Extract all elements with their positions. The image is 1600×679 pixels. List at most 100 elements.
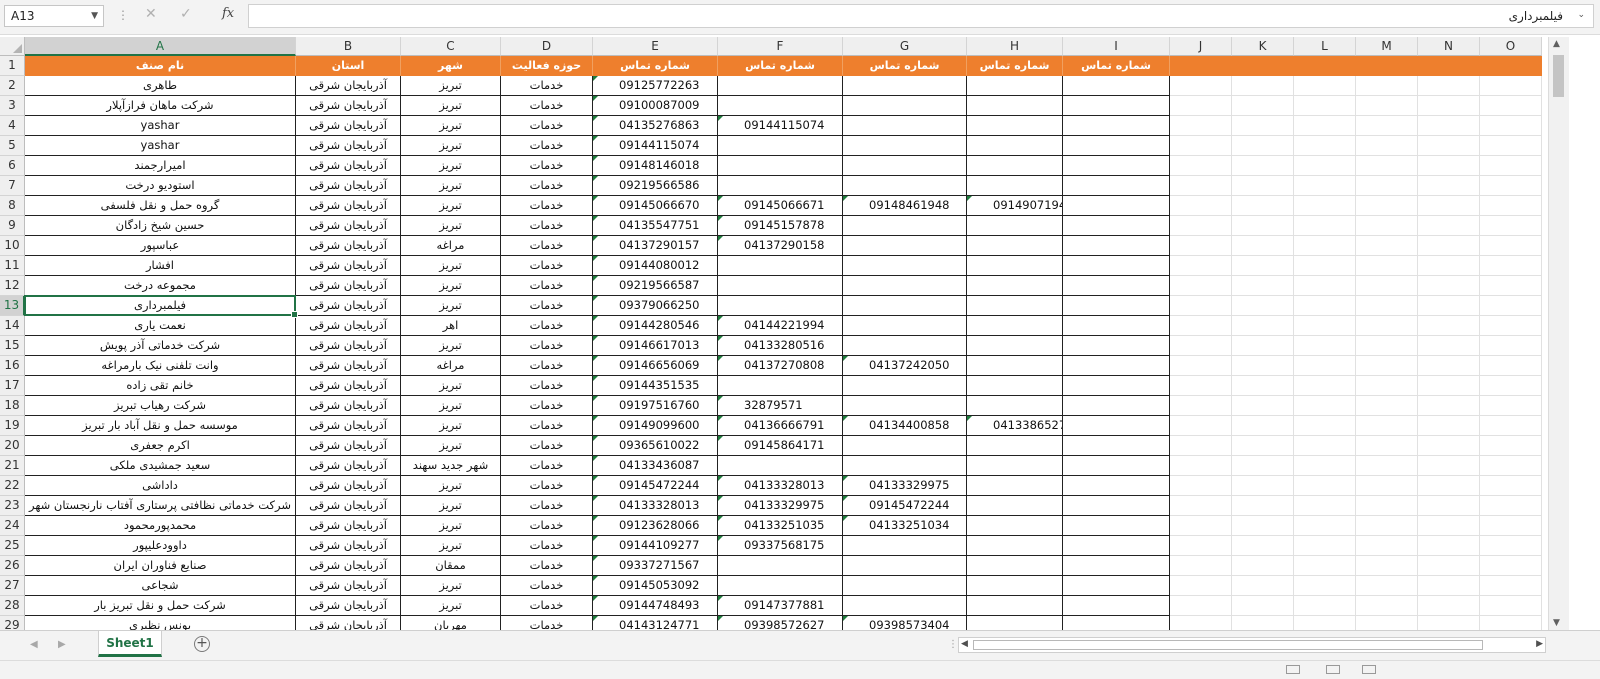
empty-cell[interactable] <box>1480 556 1542 576</box>
cell-province[interactable]: آذربایجان شرقی <box>296 396 401 416</box>
number-as-text-indicator-icon[interactable] <box>593 116 598 121</box>
cell-field[interactable]: خدمات <box>501 296 593 316</box>
cell-city[interactable]: تبریز <box>401 576 501 596</box>
cell-phone[interactable] <box>718 296 843 316</box>
empty-cell[interactable] <box>1232 496 1294 516</box>
cell-field[interactable]: خدمات <box>501 256 593 276</box>
number-as-text-indicator-icon[interactable] <box>593 336 598 341</box>
empty-cell[interactable] <box>1294 96 1356 116</box>
cell-phone[interactable]: 09144109277 <box>593 536 718 556</box>
empty-cell[interactable] <box>1356 476 1418 496</box>
empty-cell[interactable] <box>1170 596 1232 616</box>
empty-cell[interactable] <box>1356 76 1418 96</box>
cell-phone[interactable] <box>967 276 1063 296</box>
empty-cell[interactable] <box>1480 316 1542 336</box>
header-fill-cell[interactable] <box>1232 56 1294 76</box>
column-header-c[interactable]: C <box>401 37 501 56</box>
scroll-right-icon[interactable]: ▶ <box>1536 639 1543 649</box>
empty-cell[interactable] <box>1170 216 1232 236</box>
number-as-text-indicator-icon[interactable] <box>593 276 598 281</box>
cell-phone[interactable]: 04133251035 <box>718 516 843 536</box>
cell-phone[interactable] <box>1063 436 1170 456</box>
row-header-10[interactable]: 10 <box>0 236 25 256</box>
cell-city[interactable]: ممقان <box>401 556 501 576</box>
cell-name[interactable]: صنایع فناوران ایران <box>25 556 296 576</box>
row-header-9[interactable]: 9 <box>0 216 25 236</box>
cell-phone[interactable] <box>1063 356 1170 376</box>
cell-name[interactable]: استودیو درخت <box>25 176 296 196</box>
cell-phone[interactable]: 04133329975 <box>718 496 843 516</box>
cell-name[interactable]: سعید جمشیدی ملکی <box>25 456 296 476</box>
cell-phone[interactable] <box>1063 596 1170 616</box>
cell-phone[interactable]: 09148146018 <box>593 156 718 176</box>
cell-field[interactable]: خدمات <box>501 176 593 196</box>
cell-phone[interactable] <box>1063 476 1170 496</box>
cell-phone[interactable] <box>843 76 967 96</box>
empty-cell[interactable] <box>1418 476 1480 496</box>
cell-phone[interactable]: 09145864171 <box>718 436 843 456</box>
empty-cell[interactable] <box>1356 376 1418 396</box>
number-as-text-indicator-icon[interactable] <box>593 356 598 361</box>
number-as-text-indicator-icon[interactable] <box>718 496 723 501</box>
cell-phone[interactable]: 04143124771 <box>593 616 718 630</box>
table-header-cell[interactable]: شماره تماس <box>718 56 843 76</box>
cell-province[interactable]: آذربایجان شرقی <box>296 536 401 556</box>
empty-cell[interactable] <box>1232 216 1294 236</box>
cell-phone[interactable] <box>718 76 843 96</box>
empty-cell[interactable] <box>1170 316 1232 336</box>
empty-cell[interactable] <box>1232 556 1294 576</box>
row-header-1[interactable]: 1 <box>0 56 25 76</box>
cell-phone[interactable] <box>967 476 1063 496</box>
cell-field[interactable]: خدمات <box>501 376 593 396</box>
cell-field[interactable]: خدمات <box>501 516 593 536</box>
number-as-text-indicator-icon[interactable] <box>718 236 723 241</box>
empty-cell[interactable] <box>1170 476 1232 496</box>
row-header-5[interactable]: 5 <box>0 136 25 156</box>
cell-field[interactable]: خدمات <box>501 156 593 176</box>
cell-phone[interactable] <box>1063 76 1170 96</box>
empty-cell[interactable] <box>1294 196 1356 216</box>
cell-phone[interactable] <box>843 296 967 316</box>
cell-field[interactable]: خدمات <box>501 556 593 576</box>
empty-cell[interactable] <box>1418 456 1480 476</box>
header-fill-cell[interactable] <box>1480 56 1542 76</box>
sheet-tab-sheet1[interactable]: Sheet1 <box>98 631 162 657</box>
empty-cell[interactable] <box>1356 196 1418 216</box>
cell-phone[interactable] <box>718 136 843 156</box>
number-as-text-indicator-icon[interactable] <box>718 616 723 621</box>
cell-phone[interactable] <box>1063 616 1170 630</box>
number-as-text-indicator-icon[interactable] <box>718 396 723 401</box>
empty-cell[interactable] <box>1418 116 1480 136</box>
empty-cell[interactable] <box>1170 456 1232 476</box>
empty-cell[interactable] <box>1418 196 1480 216</box>
empty-cell[interactable] <box>1480 236 1542 256</box>
cell-phone[interactable]: 09145053092 <box>593 576 718 596</box>
empty-cell[interactable] <box>1170 576 1232 596</box>
cell-field[interactable]: خدمات <box>501 96 593 116</box>
empty-cell[interactable] <box>1232 356 1294 376</box>
empty-cell[interactable] <box>1232 156 1294 176</box>
empty-cell[interactable] <box>1356 116 1418 136</box>
cell-name[interactable]: شرکت خدماتی نظافتی پرستاری آفتاب نارنجست… <box>25 496 296 516</box>
number-as-text-indicator-icon[interactable] <box>593 76 598 81</box>
number-as-text-indicator-icon[interactable] <box>593 236 598 241</box>
empty-cell[interactable] <box>1480 116 1542 136</box>
empty-cell[interactable] <box>1294 556 1356 576</box>
cell-phone[interactable] <box>843 556 967 576</box>
empty-cell[interactable] <box>1232 516 1294 536</box>
empty-cell[interactable] <box>1294 596 1356 616</box>
cell-phone[interactable]: 04137270808 <box>718 356 843 376</box>
empty-cell[interactable] <box>1232 196 1294 216</box>
row-header-14[interactable]: 14 <box>0 316 25 336</box>
empty-cell[interactable] <box>1356 436 1418 456</box>
empty-cell[interactable] <box>1232 136 1294 156</box>
expand-formula-icon[interactable]: ⌄ <box>1577 10 1585 20</box>
number-as-text-indicator-icon[interactable] <box>593 296 598 301</box>
cell-field[interactable]: خدمات <box>501 616 593 630</box>
cell-phone[interactable]: 09379066250 <box>593 296 718 316</box>
empty-cell[interactable] <box>1418 416 1480 436</box>
empty-cell[interactable] <box>1480 176 1542 196</box>
number-as-text-indicator-icon[interactable] <box>593 516 598 521</box>
worksheet-grid[interactable]: A B C D E F G H I J K L M N O 1 نام صنف استان شهر حوزه فعال… <box>0 37 1548 630</box>
empty-cell[interactable] <box>1418 396 1480 416</box>
